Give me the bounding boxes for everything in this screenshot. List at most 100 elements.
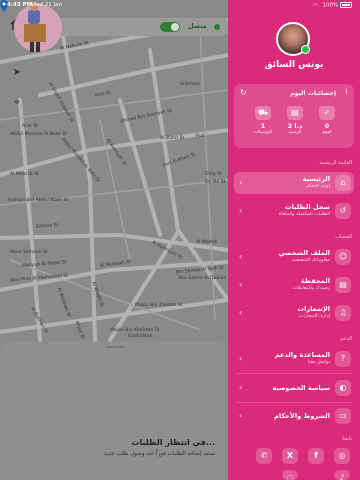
- menu-item-title: الإشعارات: [297, 305, 330, 313]
- street-label: Al Modeb: [196, 240, 218, 245]
- instagram-icon[interactable]: ◎: [334, 448, 350, 464]
- driver-name: يونس السائق: [264, 60, 324, 70]
- street-label: Aboo Saihoon St: [10, 250, 48, 255]
- snapchat-icon[interactable]: ◌: [282, 470, 298, 480]
- section-support-label: الدعم: [340, 336, 352, 342]
- battery-percent: 100%: [322, 2, 339, 9]
- stat-value: 0: [324, 122, 330, 130]
- stat-balance: ▤ 2 د.ا الرصيد: [284, 106, 306, 135]
- section-account-label: الحساب: [335, 234, 352, 240]
- stat-label: اليوم: [322, 130, 332, 135]
- stat-value: 2 د.ا: [287, 122, 303, 130]
- chevron-left-icon: ‹: [239, 308, 243, 317]
- street-label: Pub: [196, 134, 205, 139]
- bell-icon: ♫: [335, 305, 351, 321]
- street-label: Majan Bin Khairfan St: [110, 328, 160, 333]
- sheet-handle[interactable]: [105, 346, 125, 348]
- shield-icon: ◐: [335, 380, 351, 396]
- stat-label: الرصيد: [288, 130, 302, 135]
- wifi-icon: ◠: [312, 2, 318, 9]
- menu-item-subtitle: معلوماتك الشخصية: [291, 258, 330, 263]
- street-label: Hisham Bin Abdul Malik St: [8, 198, 69, 203]
- check-icon: ✓: [319, 106, 335, 120]
- divider: [236, 373, 352, 374]
- street-label: Abu Salma Al Dubais: [178, 276, 226, 281]
- online-badge: [301, 45, 310, 54]
- user-icon: ☺: [335, 249, 351, 265]
- menu-item-title: الملف الشخصي: [278, 249, 330, 257]
- menu-item-wallet[interactable]: ‹ المحفظة رصيدك والمعاملات ▤: [234, 274, 354, 296]
- map-view[interactable]: Al Nabulsi St Arar St Sulimani Ahmed Bin…: [0, 0, 228, 480]
- section-follow-label: تابعنا: [342, 436, 352, 442]
- street-label: Majan Bin Zaadah St: [135, 303, 183, 308]
- chevron-left-icon: ‹: [239, 206, 243, 215]
- side-drawer: يونس السائق ↻ إحصائيات اليوم ⌇ ⛟ 1 التوص…: [228, 0, 360, 480]
- menu-item-title: الرئيسية: [302, 175, 330, 183]
- menu-item-order-history[interactable]: ‹ سجل الطلبات الطلبات المكتملة والملغاة …: [234, 200, 354, 222]
- battery-icon: [340, 2, 352, 8]
- chevron-left-icon: ‹: [239, 354, 243, 363]
- street-label: Sulimani: [180, 82, 200, 87]
- stats-card: ↻ إحصائيات اليوم ⌇ ⛟ 1 التوصيلات ▤ 2 د.ا…: [234, 84, 354, 148]
- wallet-icon: ▤: [287, 106, 303, 120]
- document-icon: ▭: [335, 408, 351, 424]
- online-dot-icon: [214, 24, 220, 30]
- waiting-title: في انتظار الطلبات...: [131, 438, 215, 447]
- menu-item-help[interactable]: ‹ المساعدة والدعم تواصل معنا ?: [234, 348, 354, 370]
- menu-item-subtitle: الطلبات المكتملة والملغاة: [278, 212, 330, 217]
- stat-today: ✓ 0 اليوم: [316, 106, 338, 135]
- street-label: Oy De St: [205, 180, 226, 185]
- chevron-left-icon: ‹: [239, 252, 243, 261]
- status-date: Wed 21 Jan: [31, 2, 62, 8]
- menu-item-terms[interactable]: ‹ الشروط والأحكام ▭: [234, 405, 354, 427]
- orders-bottom-sheet[interactable]: [0, 342, 228, 480]
- history-icon: ↺: [335, 203, 351, 219]
- menu-item-title: سياسة الخصوصية: [272, 384, 330, 392]
- menu-item-privacy[interactable]: ‹ سياسة الخصوصية ◐: [234, 377, 354, 399]
- menu-item-title: الشروط والأحكام: [274, 412, 330, 420]
- tiktok-icon[interactable]: ♪: [334, 470, 350, 480]
- stats-title: إحصائيات اليوم: [290, 90, 336, 97]
- online-status-label: متصل: [188, 22, 207, 30]
- menu-item-subtitle: تواصل معنا: [307, 360, 330, 365]
- street-label: Kadhiddah: [128, 334, 153, 339]
- chevron-left-icon: ‹: [239, 411, 243, 420]
- x-icon[interactable]: X: [282, 448, 298, 464]
- online-toggle[interactable]: [160, 22, 180, 32]
- street-label: Dina St: [205, 172, 222, 177]
- chevron-left-icon: ‹: [239, 178, 243, 187]
- street-label: Arar St: [22, 124, 38, 129]
- menu-item-title: المساعدة والدعم: [274, 351, 330, 359]
- menu-item-notifications[interactable]: ‹ الإشعارات إدارة الإشعارات ♫: [234, 302, 354, 324]
- chevron-left-icon: ‹: [239, 280, 243, 289]
- truck-icon: ⛟: [255, 106, 271, 120]
- menu-item-subtitle: لوحة التحكم: [305, 184, 330, 189]
- stat-value: 1: [260, 122, 266, 130]
- street-label: Abdul Mohsen Al Bahr St: [10, 132, 67, 137]
- status-time: 4:43 PM: [7, 2, 33, 8]
- stat-label: التوصيلات: [253, 130, 273, 135]
- status-bar: 4:43 PM Wed 21 Jan ◠ 100%: [0, 0, 360, 12]
- menu-item-home[interactable]: ‹ الرئيسية لوحة التحكم ⌂: [234, 172, 354, 194]
- my-location-icon[interactable]: ⌖: [10, 96, 24, 110]
- street-label: Al Zuhri St: [160, 136, 185, 141]
- waiting-subtitle: ستتم إضافة الطلبات فوراً عند وصول طلب جد…: [103, 451, 215, 457]
- facebook-icon[interactable]: f: [308, 448, 324, 464]
- battery-indicator: ◠ 100%: [313, 2, 352, 9]
- stat-deliveries: ⛟ 1 التوصيلات: [252, 106, 274, 135]
- menu-item-title: سجل الطلبات: [284, 203, 330, 211]
- help-icon: ?: [335, 351, 351, 367]
- menu-item-profile[interactable]: ‹ الملف الشخصي معلوماتك الشخصية ☺: [234, 246, 354, 268]
- whatsapp-icon[interactable]: ✆: [256, 448, 272, 464]
- menu-item-subtitle: إدارة الإشعارات: [298, 314, 330, 319]
- home-icon: ⌂: [335, 175, 351, 191]
- chart-icon: ⌇: [344, 88, 348, 96]
- navigation-arrow-icon[interactable]: ➤: [10, 66, 24, 80]
- divider: [236, 402, 352, 403]
- wallet-icon: ▤: [335, 277, 351, 293]
- street-label: Al Meerza St: [10, 172, 39, 177]
- menu-item-subtitle: رصيدك والمعاملات: [292, 286, 330, 291]
- chevron-left-icon: ‹: [239, 383, 243, 392]
- refresh-icon[interactable]: ↻: [240, 88, 247, 97]
- online-status-pill: متصل: [50, 18, 228, 36]
